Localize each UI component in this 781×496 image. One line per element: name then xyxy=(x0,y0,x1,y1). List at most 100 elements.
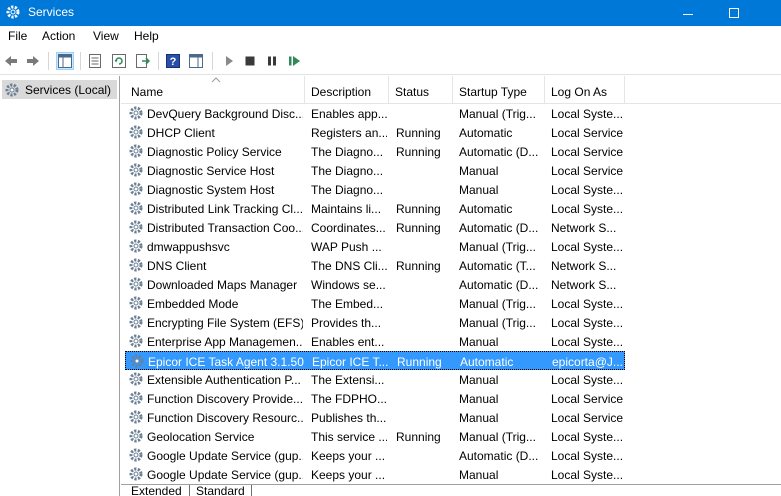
service-row[interactable]: Google Update Service (gup... Keeps your … xyxy=(125,446,625,465)
menu-action[interactable]: Action xyxy=(42,29,75,43)
pause-service-icon xyxy=(268,56,276,66)
service-name: dmwappushsvc xyxy=(147,240,230,254)
gear-icon xyxy=(6,5,20,19)
service-startup-type: Manual xyxy=(459,183,499,197)
service-row[interactable]: Diagnostic Policy Service The Diagno... Ru… xyxy=(125,142,625,161)
service-row[interactable]: Distributed Transaction Coo... Coordinate… xyxy=(125,218,625,237)
refresh-button[interactable] xyxy=(110,52,128,70)
menu-bar: File Action View Help xyxy=(0,26,781,47)
service-log-on-as: Network S... xyxy=(551,259,617,273)
service-log-on-as: Local Service xyxy=(551,126,624,140)
service-status: Running xyxy=(396,202,441,216)
service-row[interactable]: Diagnostic Service Host The Diagno... Manu… xyxy=(125,161,625,180)
service-log-on-as: Local Syste... xyxy=(551,430,624,444)
service-description: The FDPHO... xyxy=(311,392,387,406)
service-gear-icon xyxy=(129,410,143,424)
service-startup-type: Automatic (D... xyxy=(459,145,539,159)
service-startup-type: Automatic (T... xyxy=(459,259,536,273)
service-gear-icon xyxy=(129,277,143,291)
service-row[interactable]: Enterprise App Managemen... Enables ent..… xyxy=(125,332,625,351)
menu-file[interactable]: File xyxy=(8,29,27,43)
service-name: DevQuery Background Disc... xyxy=(147,107,303,121)
show-hide-action-pane-button[interactable] xyxy=(187,52,205,70)
refresh-icon xyxy=(112,54,126,68)
show-hide-tree-button[interactable] xyxy=(56,52,74,70)
column-header-name[interactable]: Name xyxy=(125,76,305,104)
minimize-button[interactable] xyxy=(665,0,711,26)
minimize-icon xyxy=(683,13,693,15)
properties-button[interactable] xyxy=(86,52,104,70)
service-gear-icon xyxy=(129,258,143,272)
tree-item-services-local[interactable]: Services (Local) xyxy=(2,80,117,99)
service-row[interactable]: Diagnostic System Host The Diagno... Manua… xyxy=(125,180,625,199)
service-status: Running xyxy=(396,145,441,159)
service-row[interactable]: DHCP Client Registers an... Running Automat… xyxy=(125,123,625,142)
service-description: Epicor ICE T... xyxy=(312,355,388,369)
service-row[interactable]: Distributed Link Tracking Cl... Maintains… xyxy=(125,199,625,218)
view-tabs: Extended Standard xyxy=(121,484,781,496)
service-log-on-as: Network S... xyxy=(551,278,617,292)
service-gear-icon xyxy=(129,391,143,405)
service-startup-type: Automatic xyxy=(460,355,514,369)
tab-extended[interactable]: Extended xyxy=(125,485,188,496)
service-row[interactable]: dmwappushsvc WAP Push ... Manual (Trig... L… xyxy=(125,237,625,256)
maximize-button[interactable] xyxy=(711,0,757,26)
service-startup-type: Manual xyxy=(459,468,499,482)
window-title: Services xyxy=(28,5,75,19)
service-log-on-as: Local Syste... xyxy=(551,202,624,216)
service-row[interactable]: Epicor ICE Task Agent 3.1.50... Epicor IC… xyxy=(125,351,625,370)
restart-service-button[interactable] xyxy=(286,52,304,70)
help-button[interactable]: ? xyxy=(164,52,182,70)
service-row[interactable]: DNS Client The DNS Cli... Running Automatic… xyxy=(125,256,625,275)
back-button[interactable] xyxy=(2,52,20,70)
service-log-on-as: Local Syste... xyxy=(551,449,624,463)
list-header: Name Description Status Startup Type Log… xyxy=(121,76,781,104)
svg-text:?: ? xyxy=(170,56,177,68)
service-startup-type: Automatic (D... xyxy=(459,278,539,292)
service-row[interactable]: Google Update Service (gup... Keeps your … xyxy=(125,465,625,484)
service-status: Running xyxy=(396,430,441,444)
service-gear-icon xyxy=(129,467,143,481)
service-row[interactable]: Function Discovery Provide... The FDPHO..… xyxy=(125,389,625,408)
service-row[interactable]: Geolocation Service This service ... Runni… xyxy=(125,427,625,446)
tab-standard[interactable]: Standard xyxy=(189,485,252,496)
service-status: Running xyxy=(397,355,442,369)
export-list-button[interactable] xyxy=(134,52,152,70)
service-startup-type: Automatic xyxy=(459,126,513,140)
service-log-on-as: Local Service xyxy=(551,411,624,425)
service-status: Running xyxy=(396,259,441,273)
service-description: Provides th... xyxy=(311,316,382,330)
maximize-icon xyxy=(729,8,739,18)
service-name: Function Discovery Resourc... xyxy=(147,411,303,425)
service-gear-icon xyxy=(129,239,143,253)
title-bar: Services xyxy=(0,0,781,26)
column-header-log-on-as[interactable]: Log On As xyxy=(545,76,625,104)
forward-button[interactable] xyxy=(24,52,42,70)
menu-view[interactable]: View xyxy=(93,29,119,43)
service-row[interactable]: Function Discovery Resourc... Publishes t… xyxy=(125,408,625,427)
stop-service-button[interactable] xyxy=(241,52,259,70)
service-row[interactable]: DevQuery Background Disc... Enables app..… xyxy=(125,104,625,123)
toolbar-separator xyxy=(158,52,159,70)
service-description: The Diagno... xyxy=(311,145,384,159)
service-gear-icon xyxy=(129,334,143,348)
service-row[interactable]: Embedded Mode The Embed... Manual (Trig...… xyxy=(125,294,625,313)
start-service-button[interactable] xyxy=(220,52,238,70)
service-row[interactable]: Downloaded Maps Manager Windows se... Auto… xyxy=(125,275,625,294)
service-startup-type: Manual (Trig... xyxy=(459,430,536,444)
service-row[interactable]: Encrypting File System (EFS) Provides th.… xyxy=(125,313,625,332)
service-description: Keeps your ... xyxy=(311,449,386,463)
column-header-startup-type[interactable]: Startup Type xyxy=(453,76,545,104)
service-log-on-as: Local Syste... xyxy=(551,240,624,254)
service-status: Running xyxy=(396,221,441,235)
service-startup-type: Automatic xyxy=(459,202,513,216)
service-startup-type: Automatic (D... xyxy=(459,449,539,463)
menu-help[interactable]: Help xyxy=(134,29,159,43)
service-gear-icon xyxy=(129,220,143,234)
help-icon: ? xyxy=(166,54,180,68)
column-header-status[interactable]: Status xyxy=(389,76,453,104)
pause-service-button[interactable] xyxy=(263,52,281,70)
service-description: Keeps your ... xyxy=(311,468,386,482)
column-header-description[interactable]: Description xyxy=(305,76,389,104)
service-row[interactable]: Extensible Authentication P... The Extens… xyxy=(125,370,625,389)
